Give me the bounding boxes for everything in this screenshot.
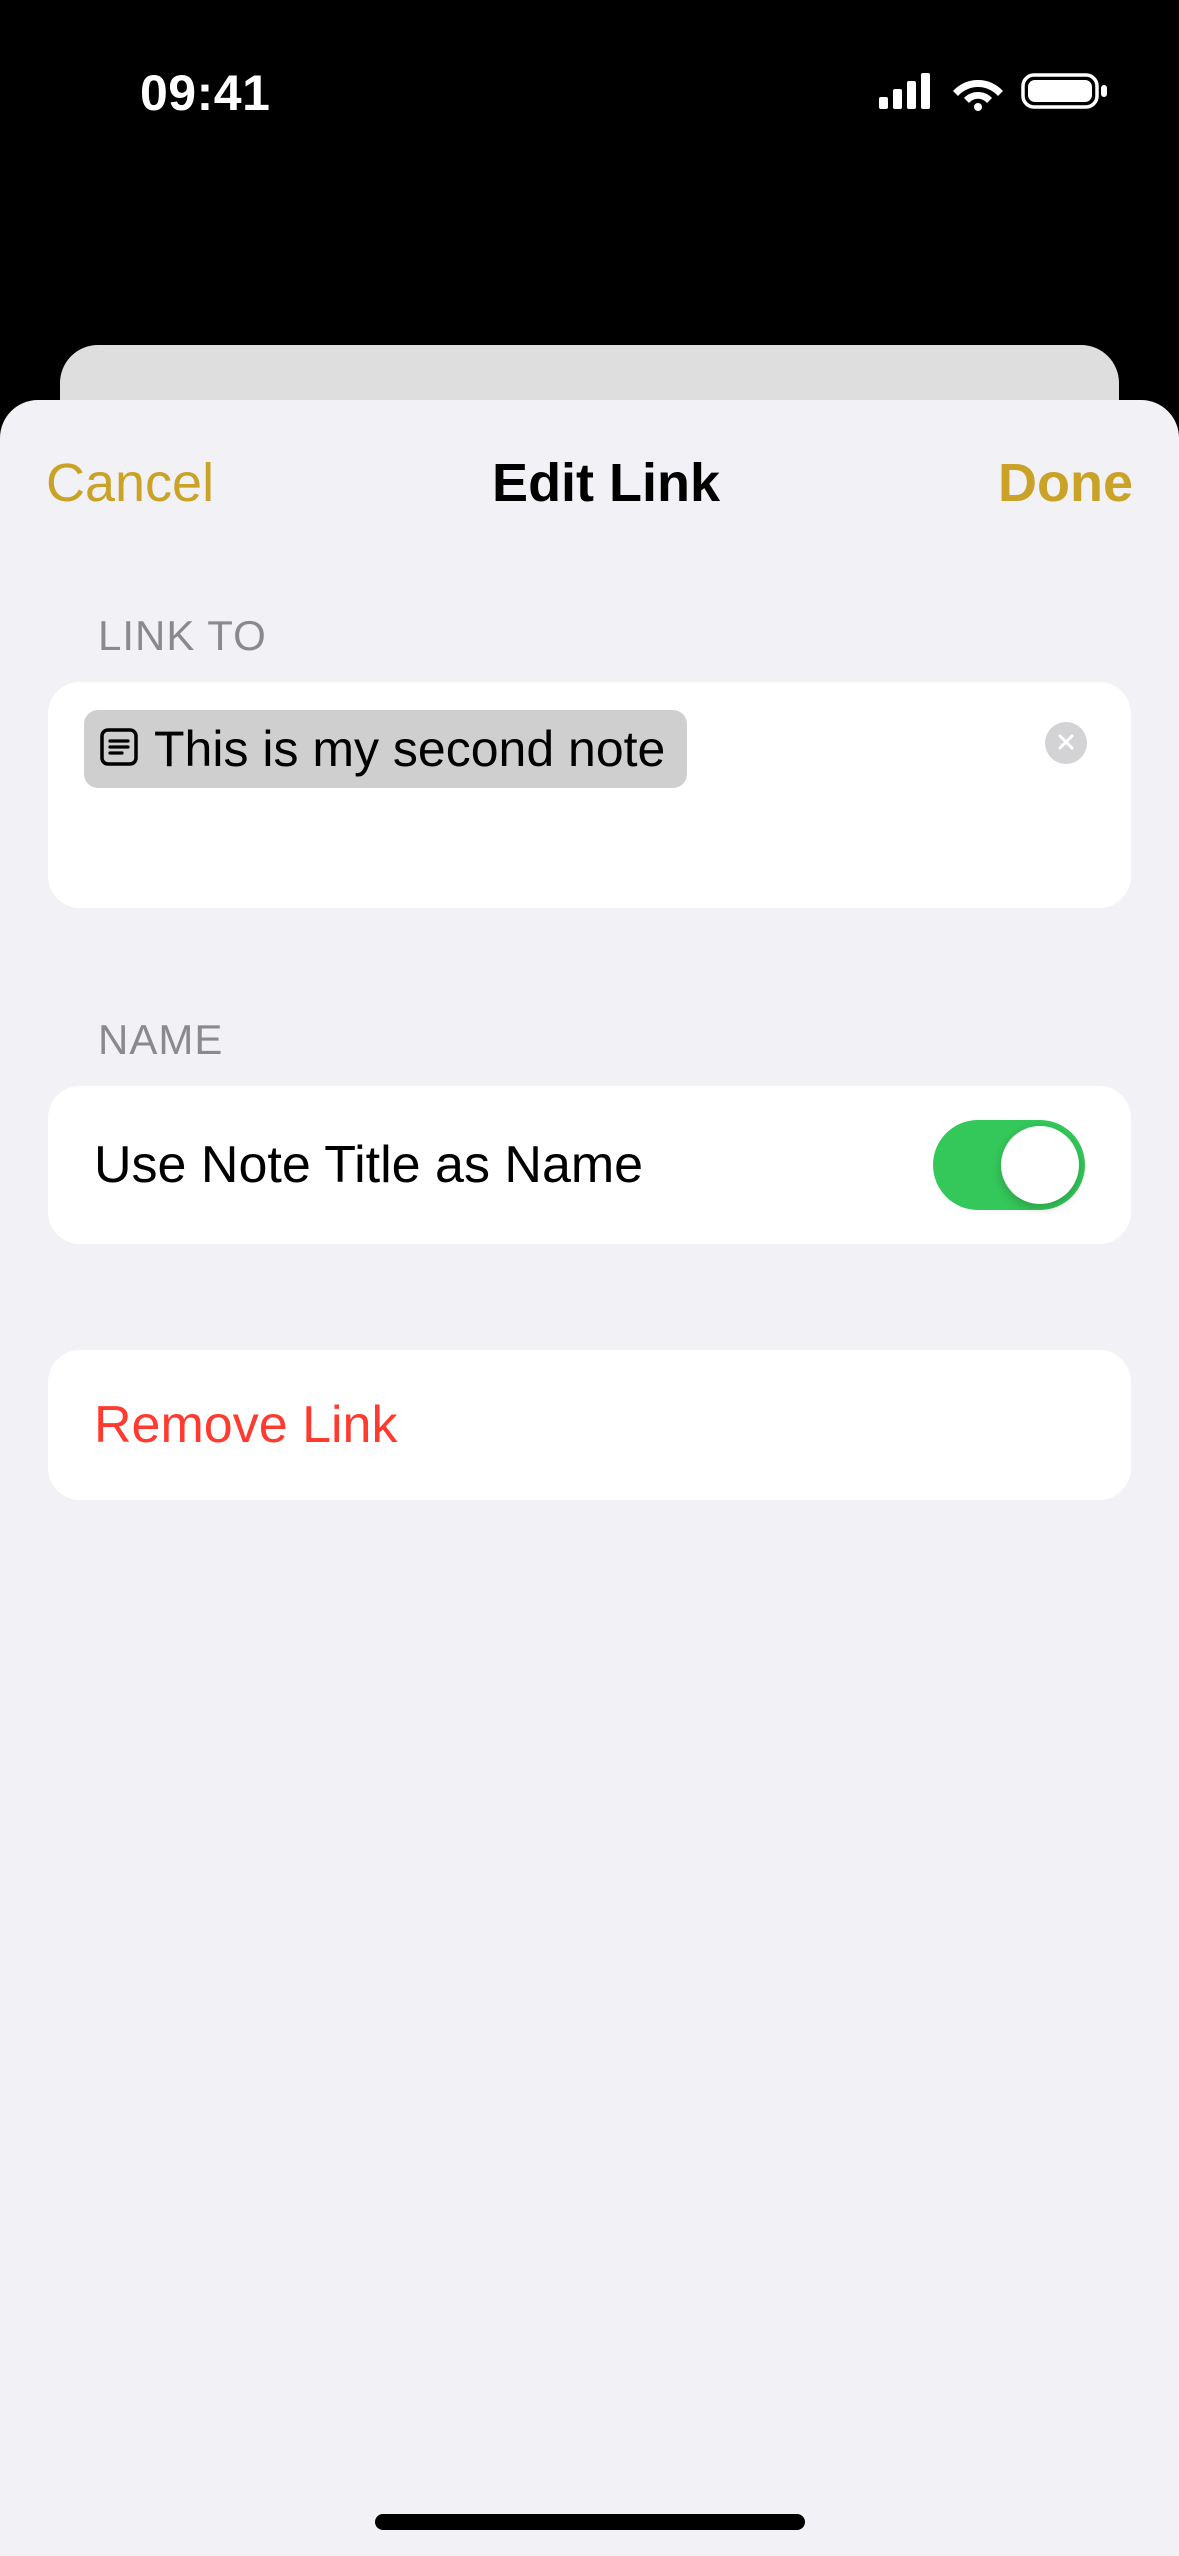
cancel-button[interactable]: Cancel	[46, 452, 214, 514]
status-bar: 09:41	[0, 0, 1179, 176]
note-chip[interactable]: This is my second note	[84, 710, 687, 788]
edit-link-sheet: Cancel Edit Link Done LINK TO	[0, 400, 1179, 2556]
note-chip-label: This is my second note	[154, 720, 665, 778]
wifi-icon	[951, 71, 1005, 111]
use-note-title-toggle[interactable]	[933, 1120, 1085, 1210]
note-icon	[98, 726, 140, 773]
use-note-title-row: Use Note Title as Name	[48, 1086, 1131, 1244]
link-to-header: LINK TO	[98, 612, 1131, 660]
remove-link-section: Remove Link	[0, 1350, 1179, 1500]
link-to-section: LINK TO This is my second note	[0, 612, 1179, 908]
sheet-title: Edit Link	[492, 452, 720, 514]
remove-link-group: Remove Link	[48, 1350, 1131, 1500]
use-note-title-label: Use Note Title as Name	[94, 1135, 643, 1195]
name-section: NAME Use Note Title as Name	[0, 1016, 1179, 1244]
close-icon	[1056, 732, 1076, 755]
status-time: 09:41	[140, 64, 270, 122]
name-group: Use Note Title as Name	[48, 1086, 1131, 1244]
battery-icon	[1021, 71, 1109, 111]
screen: 09:41	[0, 0, 1179, 2556]
clear-link-button[interactable]	[1045, 722, 1087, 764]
link-to-group: This is my second note	[48, 682, 1131, 908]
remove-link-label: Remove Link	[94, 1395, 397, 1455]
cellular-signal-icon	[879, 73, 935, 109]
sheet-header: Cancel Edit Link Done	[0, 400, 1179, 514]
link-to-field[interactable]: This is my second note	[48, 682, 1131, 908]
status-icons	[879, 71, 1109, 111]
done-button[interactable]: Done	[998, 452, 1133, 514]
remove-link-row[interactable]: Remove Link	[48, 1350, 1131, 1500]
name-header: NAME	[98, 1016, 1131, 1064]
home-indicator	[375, 2514, 805, 2530]
toggle-knob	[1001, 1126, 1079, 1204]
